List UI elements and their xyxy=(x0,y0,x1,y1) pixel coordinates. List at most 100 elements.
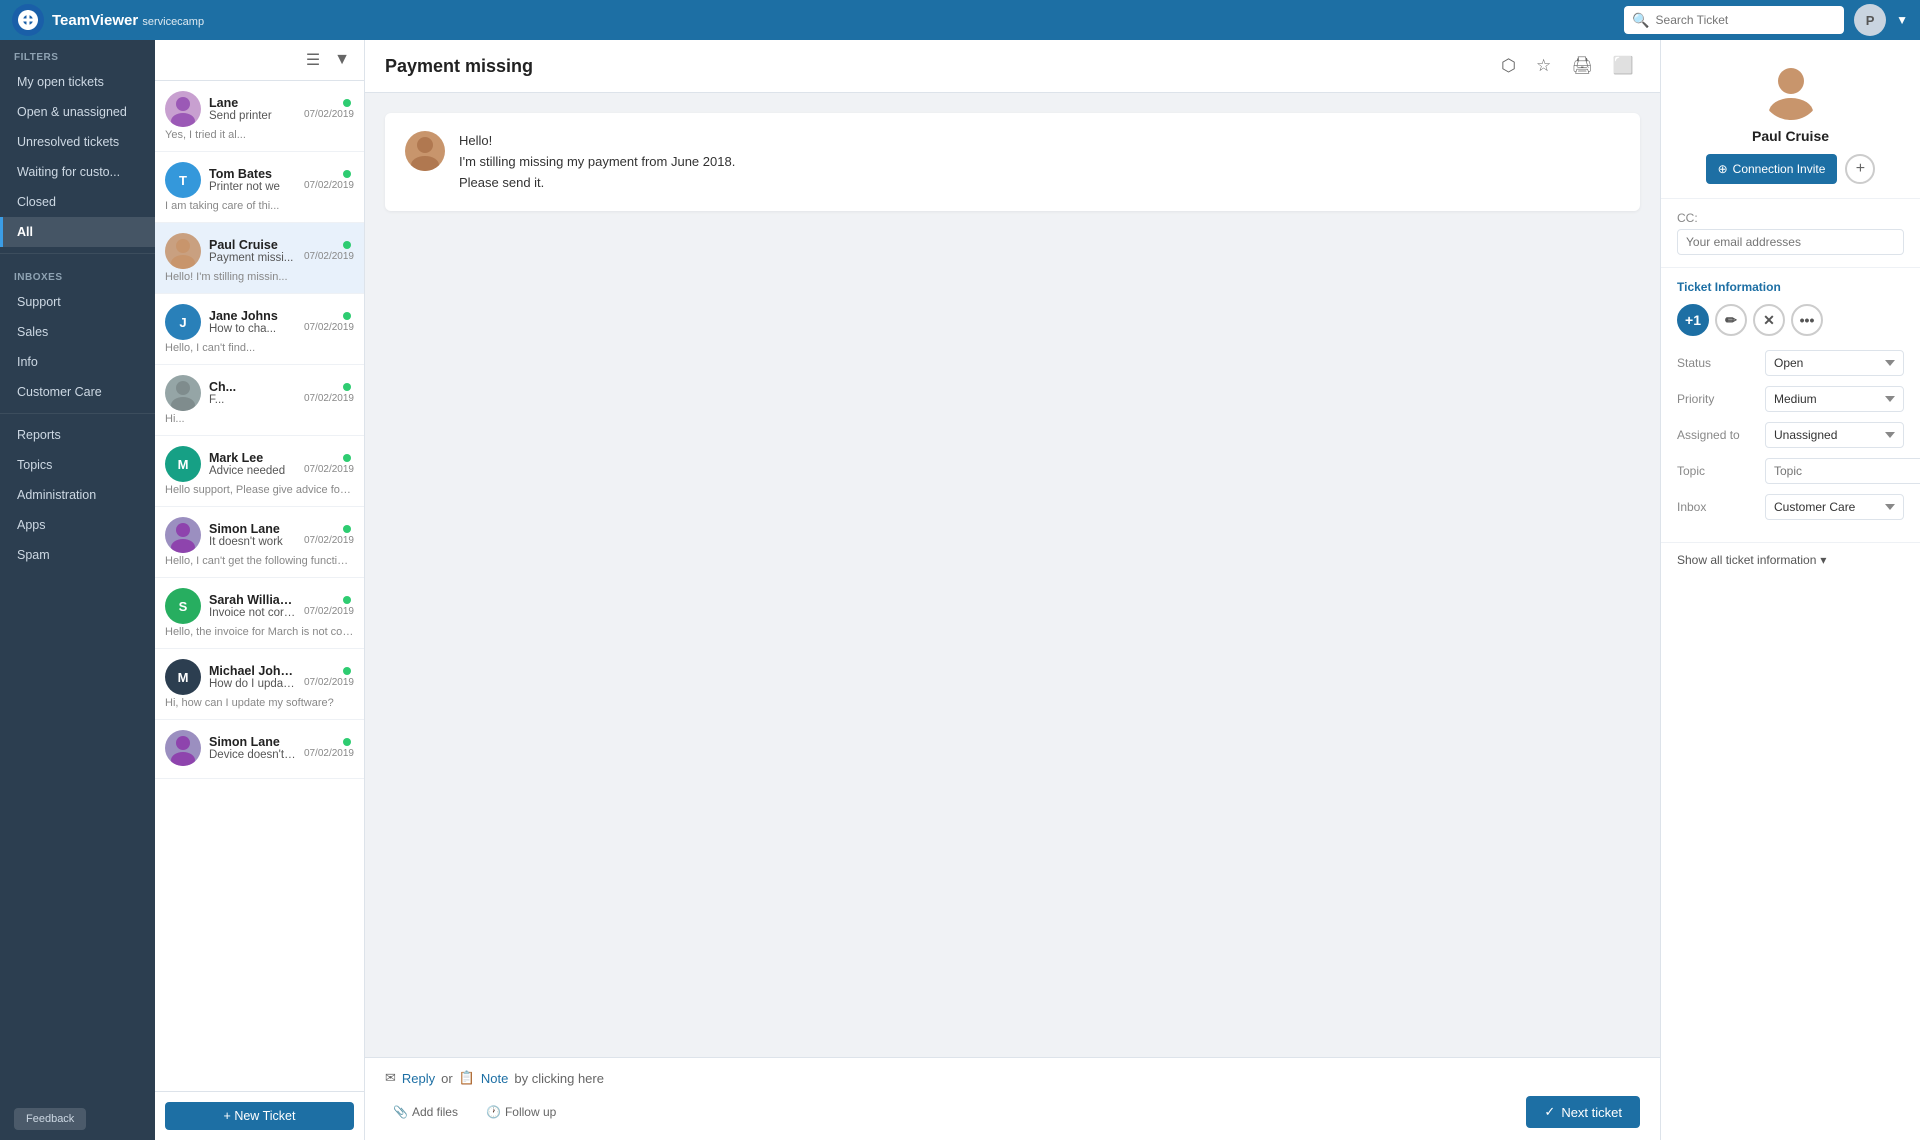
more-button[interactable]: ⬜ xyxy=(1607,52,1640,80)
ticket-subject: Send printer xyxy=(209,110,296,122)
next-ticket-button[interactable]: ✓ Next ticket xyxy=(1526,1096,1640,1128)
ticket-preview: I am taking care of thi... xyxy=(165,200,354,212)
sidebar-item-administration[interactable]: Administration xyxy=(0,480,155,510)
ticket-item-top: M Mark Lee Advice needed 07/02/2019 xyxy=(165,446,354,482)
ticket-item[interactable]: T Tom Bates Printer not we 07/02/2019 I … xyxy=(155,152,364,223)
ticket-item[interactable]: Simon Lane Device doesn't turn on 07/02/… xyxy=(155,720,364,779)
status-label: Status xyxy=(1677,356,1757,370)
status-select[interactable]: Open Closed Pending xyxy=(1765,350,1904,376)
ticket-reply-area: ✉ Reply or 📋 Note by clicking here 📎 Add… xyxy=(365,1057,1660,1140)
ticket-meta: Ch... F... xyxy=(209,380,296,406)
ticket-info-title: Ticket Information xyxy=(1677,280,1904,294)
ticket-subject: How do I update? xyxy=(209,678,296,690)
ticket-avatar xyxy=(165,375,201,411)
sidebar-item-waiting[interactable]: Waiting for custo... xyxy=(0,157,155,187)
sidebar-item-spam[interactable]: Spam xyxy=(0,540,155,570)
ticket-date: 07/02/2019 xyxy=(304,322,354,333)
cc-input[interactable] xyxy=(1677,229,1904,255)
priority-row: Priority Low Medium High Urgent xyxy=(1677,386,1904,412)
search-input[interactable] xyxy=(1656,13,1837,27)
ticket-name: Paul Cruise xyxy=(209,238,296,252)
ticket-date: 07/02/2019 xyxy=(304,606,354,617)
star-button[interactable]: ☆ xyxy=(1530,52,1557,80)
status-dot xyxy=(343,525,351,533)
ticket-item-top: Paul Cruise Payment missi... 07/02/2019 xyxy=(165,233,354,269)
reply-link[interactable]: Reply xyxy=(402,1071,435,1086)
ticket-name: Michael Johnson xyxy=(209,664,296,678)
user-avatar[interactable]: P xyxy=(1854,4,1886,36)
sidebar-item-my-open[interactable]: My open tickets xyxy=(0,67,155,97)
ticket-item[interactable]: M Mark Lee Advice needed 07/02/2019 Hell… xyxy=(155,436,364,507)
list-view-button[interactable]: ☰ xyxy=(302,48,324,72)
ticket-info-section: Ticket Information +1 ✏ ✕ ••• Status Ope… xyxy=(1661,268,1920,542)
edit-button[interactable]: ✏ xyxy=(1715,304,1747,336)
sidebar-item-apps[interactable]: Apps xyxy=(0,510,155,540)
ticket-items: Lane Send printer 07/02/2019 Yes, I trie… xyxy=(155,81,364,1091)
note-link[interactable]: Note xyxy=(481,1071,508,1086)
ticket-meta: Paul Cruise Payment missi... xyxy=(209,238,296,264)
user-dropdown-icon[interactable]: ▼ xyxy=(1896,13,1908,27)
topic-input[interactable] xyxy=(1765,458,1920,484)
sort-button[interactable]: ▼ xyxy=(330,49,354,71)
assigned-row: Assigned to Unassigned Me Other Agent xyxy=(1677,422,1904,448)
feedback-button[interactable]: Feedback xyxy=(14,1108,86,1130)
note-icon: 📋 xyxy=(459,1070,475,1086)
ticket-item[interactable]: J Jane Johns How to cha... 07/02/2019 He… xyxy=(155,294,364,365)
search-box[interactable]: 🔍 xyxy=(1624,6,1844,34)
ticket-item[interactable]: Lane Send printer 07/02/2019 Yes, I trie… xyxy=(155,81,364,152)
sidebar-item-all[interactable]: All xyxy=(0,217,155,247)
sidebar-item-closed[interactable]: Closed xyxy=(0,187,155,217)
sidebar-item-info[interactable]: Info xyxy=(0,347,155,377)
ticket-date: 07/02/2019 xyxy=(304,251,354,262)
sidebar-item-reports[interactable]: Reports xyxy=(0,420,155,450)
ticket-item[interactable]: Ch... F... 07/02/2019 Hi... xyxy=(155,365,364,436)
ticket-list-header: ☰ ▼ xyxy=(155,40,364,81)
more-actions-button[interactable]: ••• xyxy=(1791,304,1823,336)
ticket-avatar xyxy=(165,233,201,269)
share-button[interactable]: ⬡ xyxy=(1495,52,1522,80)
inbox-select[interactable]: Customer Care Support Sales Info xyxy=(1765,494,1904,520)
ticket-item[interactable]: S Sarah Williams Invoice not correct 07/… xyxy=(155,578,364,649)
ticket-name: Tom Bates xyxy=(209,167,296,181)
ticket-name: Ch... xyxy=(209,380,296,394)
sidebar-item-unresolved[interactable]: Unresolved tickets xyxy=(0,127,155,157)
show-all-info[interactable]: Show all ticket information ▾ xyxy=(1661,542,1920,577)
reply-actions: 📎 Add files 🕐 Follow up ✓ Next ticket xyxy=(385,1096,1640,1128)
connection-invite-button[interactable]: ⊕ Connection Invite xyxy=(1706,154,1838,184)
add-contact-button[interactable]: + xyxy=(1845,154,1875,184)
clock-icon: 🕐 xyxy=(486,1105,501,1119)
sidebar-item-topics[interactable]: Topics xyxy=(0,450,155,480)
vote-button[interactable]: +1 xyxy=(1677,304,1709,336)
topic-label: Topic xyxy=(1677,464,1757,478)
follow-up-button[interactable]: 🕐 Follow up xyxy=(478,1101,564,1123)
ticket-avatar: J xyxy=(165,304,201,340)
priority-select[interactable]: Low Medium High Urgent xyxy=(1765,386,1904,412)
ticket-item-top: Ch... F... 07/02/2019 xyxy=(165,375,354,411)
ticket-item[interactable]: Simon Lane It doesn't work 07/02/2019 He… xyxy=(155,507,364,578)
status-dot xyxy=(343,99,351,107)
status-dot xyxy=(343,738,351,746)
ticket-item-top: T Tom Bates Printer not we 07/02/2019 xyxy=(165,162,354,198)
sidebar-item-customer-care[interactable]: Customer Care xyxy=(0,377,155,407)
ticket-item[interactable]: Paul Cruise Payment missi... 07/02/2019 … xyxy=(155,223,364,294)
ticket-date: 07/02/2019 xyxy=(304,180,354,191)
ticket-subject: Device doesn't turn on xyxy=(209,749,296,761)
agent-avatar xyxy=(1761,60,1821,120)
print-button[interactable]: 🖨 xyxy=(1565,52,1599,80)
ticket-subject: Printer not we xyxy=(209,181,296,193)
sidebar-item-open-unassigned[interactable]: Open & unassigned xyxy=(0,97,155,127)
ticket-item-top: Lane Send printer 07/02/2019 xyxy=(165,91,354,127)
reply-left-actions: 📎 Add files 🕐 Follow up xyxy=(385,1101,564,1123)
new-ticket-button[interactable]: + New Ticket xyxy=(165,1102,354,1130)
ticket-subject: How to cha... xyxy=(209,323,296,335)
ticket-meta: Michael Johnson How do I update? xyxy=(209,664,296,690)
ticket-item[interactable]: M Michael Johnson How do I update? 07/02… xyxy=(155,649,364,720)
status-dot xyxy=(343,596,351,604)
sidebar: FILTERS My open tickets Open & unassigne… xyxy=(0,40,155,1140)
sidebar-item-support[interactable]: Support xyxy=(0,287,155,317)
add-files-button[interactable]: 📎 Add files xyxy=(385,1101,466,1123)
brand-name: TeamViewer xyxy=(52,12,138,29)
close-ticket-button[interactable]: ✕ xyxy=(1753,304,1785,336)
sidebar-item-sales[interactable]: Sales xyxy=(0,317,155,347)
assigned-select[interactable]: Unassigned Me Other Agent xyxy=(1765,422,1904,448)
